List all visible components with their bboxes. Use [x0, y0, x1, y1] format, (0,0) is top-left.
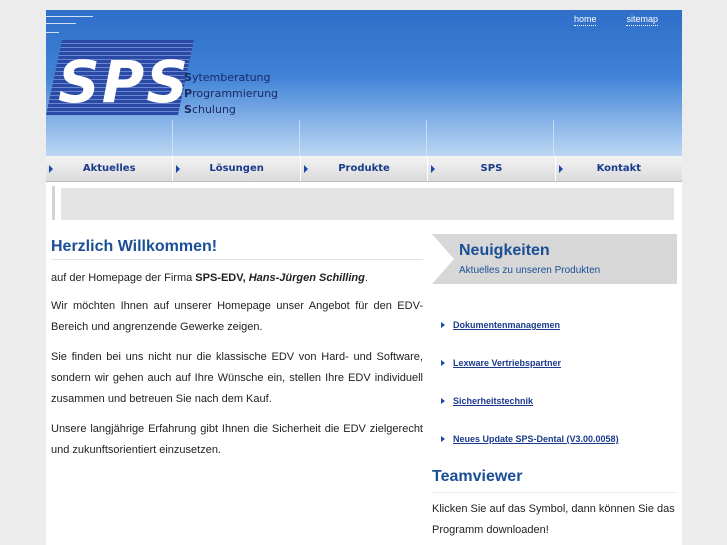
arrow-right-icon: [441, 436, 445, 442]
company-name: SPS-EDV,: [195, 272, 246, 284]
logo-text: SPS: [58, 48, 191, 116]
news-subtitle: Aktuelles zu unseren Produkten: [459, 265, 601, 276]
news-header: Neuigkeiten Aktuelles zu unseren Produkt…: [432, 234, 677, 284]
main-nav: Aktuelles Lösungen Produkte SPS Kontakt: [46, 156, 682, 182]
tagline-line: Sytemberatung: [184, 71, 271, 84]
content-paragraph: Sie finden bei uns nicht nur die klassis…: [51, 351, 423, 405]
arrow-right-icon: [441, 360, 445, 366]
list-item: Dokumentenmanagemen: [432, 306, 677, 344]
nav-item-kontakt[interactable]: Kontakt: [556, 156, 682, 181]
news-link-sicherheitstechnik[interactable]: Sicherheitstechnik: [453, 396, 533, 406]
news-link-dokumentenmanagement[interactable]: Dokumentenmanagemen: [453, 320, 560, 330]
nav-item-label: Aktuelles: [82, 163, 136, 174]
header-line: [46, 32, 59, 33]
arrow-right-icon: [441, 398, 445, 404]
teamviewer-text: Klicken Sie auf das Symbol, dann können …: [432, 492, 677, 541]
page: home sitemap SPS Sytemberatung Programmi…: [46, 10, 682, 545]
tagline: Sytemberatung Programmierung Schulung: [184, 70, 278, 118]
tagline-line: Schulung: [184, 103, 236, 116]
header-line: [46, 23, 76, 24]
news-link-lexware[interactable]: Lexware Vertriebspartner: [453, 358, 561, 368]
owner-name: Hans-Jürgen Schilling: [248, 272, 365, 284]
content-paragraph: Unsere langjährige Erfahrung gibt Ihnen …: [51, 423, 423, 456]
teamviewer-title: Teamviewer: [432, 468, 523, 485]
list-item: Neues Update SPS-Dental (V3.00.0058): [432, 420, 677, 458]
subbar-edge: [52, 186, 55, 220]
news-link-update-dental[interactable]: Neues Update SPS-Dental (V3.00.0058): [453, 434, 619, 444]
header-separator: [426, 120, 427, 156]
home-link[interactable]: home: [573, 14, 597, 26]
news-header-notch: [432, 234, 454, 284]
nav-item-sps[interactable]: SPS: [428, 156, 556, 181]
news-list: Dokumentenmanagemen Lexware Vertriebspar…: [432, 306, 677, 458]
nav-item-aktuelles[interactable]: Aktuelles: [46, 156, 174, 181]
tagline-line: Programmierung: [184, 87, 279, 100]
header-separator: [172, 120, 173, 156]
header-line: [46, 16, 93, 17]
sub-navigation-bar: [52, 186, 676, 224]
content-paragraph: Wir möchten Ihnen auf unserer Homepage u…: [51, 300, 423, 333]
arrow-right-icon: [431, 165, 436, 173]
arrow-right-icon: [558, 165, 563, 173]
header-separator: [299, 120, 300, 156]
main-content: Herzlich Willkommen! auf der Homepage de…: [51, 238, 423, 470]
sps-logo[interactable]: SPS: [46, 40, 194, 115]
nav-item-label: Produkte: [338, 163, 390, 174]
header: home sitemap SPS Sytemberatung Programmi…: [46, 10, 682, 156]
page-title: Herzlich Willkommen!: [51, 238, 423, 260]
list-item: Lexware Vertriebspartner: [432, 344, 677, 382]
nav-item-label: Kontakt: [596, 163, 642, 174]
subbar-fill: [61, 188, 674, 220]
arrow-right-icon: [441, 322, 445, 328]
arrow-right-icon: [303, 165, 308, 173]
header-separator: [553, 120, 554, 156]
nav-item-loesungen[interactable]: Lösungen: [173, 156, 301, 181]
sitemap-link[interactable]: sitemap: [626, 14, 658, 26]
list-item: Sicherheitstechnik: [432, 382, 677, 420]
arrow-right-icon: [176, 165, 181, 173]
sidebar: Neuigkeiten Aktuelles zu unseren Produkt…: [432, 234, 677, 541]
nav-item-label: SPS: [480, 163, 503, 174]
arrow-right-icon: [49, 165, 53, 173]
intro-paragraph: auf der Homepage der Firma SPS-EDV, Hans…: [51, 272, 368, 284]
nav-item-produkte[interactable]: Produkte: [301, 156, 429, 181]
news-title: Neuigkeiten: [459, 242, 550, 259]
nav-item-label: Lösungen: [209, 163, 264, 174]
top-links: home sitemap: [573, 14, 658, 26]
